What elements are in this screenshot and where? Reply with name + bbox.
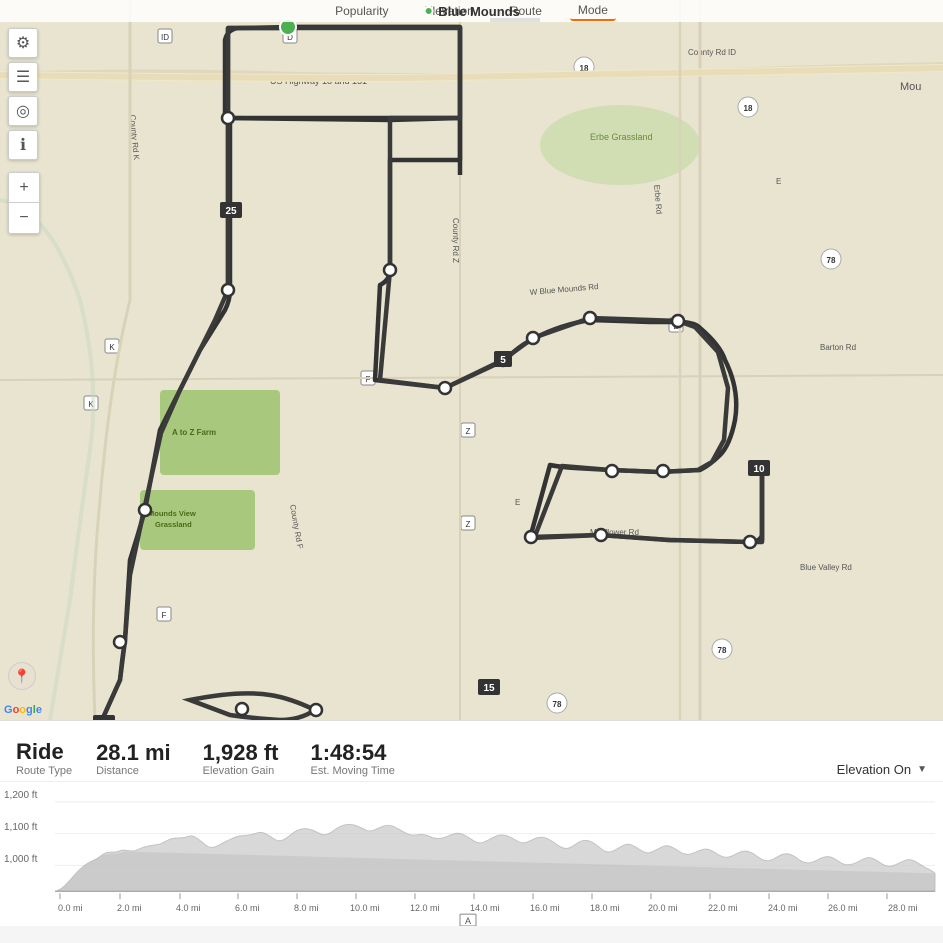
elev-y-label-1000: 1,000 ft (4, 854, 37, 865)
svg-text:Erbe Grassland: Erbe Grassland (590, 132, 653, 142)
svg-text:Barton Rd: Barton Rd (820, 343, 856, 352)
svg-text:20.0 mi: 20.0 mi (648, 903, 677, 913)
svg-text:Blue Valley Rd: Blue Valley Rd (800, 563, 852, 572)
distance-stat: 28.1 mi Distance (96, 741, 171, 777)
svg-text:8.0 mi: 8.0 mi (294, 903, 318, 913)
svg-text:78: 78 (718, 646, 727, 655)
moving-time-value: 1:48:54 (311, 741, 395, 765)
elevation-toggle[interactable]: Elevation On ▼ (837, 762, 927, 777)
elevation-gain-stat: 1,928 ft Elevation Gain (203, 741, 279, 777)
site-marker-dot (423, 6, 433, 16)
site-name: Blue Mounds (438, 4, 520, 19)
svg-text:F: F (162, 611, 167, 620)
svg-text:E: E (776, 177, 781, 186)
distance-value: 28.1 mi (96, 741, 171, 765)
svg-text:4.0 mi: 4.0 mi (176, 903, 200, 913)
stats-row: Ride Route Type 28.1 mi Distance 1,928 f… (0, 721, 943, 781)
svg-text:ID: ID (161, 33, 169, 42)
svg-text:K: K (109, 343, 115, 352)
info-icon: ℹ (20, 135, 26, 155)
svg-text:6.0 mi: 6.0 mi (235, 903, 259, 913)
location-icon: ◎ (16, 101, 30, 121)
location-button[interactable]: ◎ (8, 96, 38, 126)
ride-label: Ride (16, 739, 72, 765)
zoom-out-button[interactable]: − (9, 203, 39, 233)
svg-text:28.0 mi: 28.0 mi (888, 903, 917, 913)
svg-text:A to Z Farm: A to Z Farm (172, 428, 216, 437)
layers-button[interactable]: ☰ (8, 62, 38, 92)
svg-text:22.0 mi: 22.0 mi (708, 903, 737, 913)
route-type-label: Route Type (16, 765, 72, 777)
map-container: Erbe Grassland A to Z Farm Mounds View G… (0, 0, 943, 720)
svg-text:26.0 mi: 26.0 mi (828, 903, 857, 913)
svg-text:Mounds View: Mounds View (148, 509, 196, 518)
bottom-panel: Ride Route Type 28.1 mi Distance 1,928 f… (0, 720, 943, 926)
svg-text:14.0 mi: 14.0 mi (470, 903, 499, 913)
svg-text:Grassland: Grassland (155, 520, 192, 529)
svg-text:5: 5 (500, 355, 506, 366)
svg-text:County Rd ID: County Rd ID (688, 48, 736, 57)
map-controls: ⚙ ☰ ◎ ℹ + − (8, 28, 40, 234)
plus-icon: + (19, 179, 28, 197)
top-bar-popularity[interactable]: Popularity (327, 2, 396, 20)
top-bar-mode[interactable]: Mode (570, 1, 616, 21)
svg-text:A: A (465, 916, 471, 926)
svg-text:Z: Z (466, 520, 471, 529)
google-logo: Google (4, 704, 42, 716)
svg-text:County Rd Z: County Rd Z (451, 218, 460, 263)
zoom-in-button[interactable]: + (9, 173, 39, 203)
svg-text:78: 78 (553, 700, 562, 709)
svg-text:Z: Z (466, 427, 471, 436)
elevation-gain-label: Elevation Gain (203, 765, 279, 777)
svg-text:18.0 mi: 18.0 mi (590, 903, 619, 913)
svg-text:24.0 mi: 24.0 mi (768, 903, 797, 913)
svg-text:10: 10 (753, 464, 765, 475)
settings-icon: ⚙ (16, 33, 30, 53)
minus-icon: − (19, 209, 28, 227)
layers-icon: ☰ (16, 67, 30, 87)
info-button[interactable]: ℹ (8, 130, 38, 160)
dropdown-arrow-icon: ▼ (917, 764, 927, 775)
svg-text:25: 25 (225, 206, 237, 217)
elev-y-label-1100: 1,100 ft (4, 822, 37, 833)
settings-button[interactable]: ⚙ (8, 28, 38, 58)
ride-type-stat: Ride Route Type (16, 739, 72, 777)
svg-text:F: F (366, 375, 371, 384)
svg-text:16.0 mi: 16.0 mi (530, 903, 559, 913)
moving-time-label: Est. Moving Time (311, 765, 395, 777)
elevation-toggle-label: Elevation On (837, 762, 911, 777)
svg-text:12.0 mi: 12.0 mi (410, 903, 439, 913)
map-top-bar: Popularity Elevation Route Mode Blue Mou… (0, 0, 943, 22)
moving-time-stat: 1:48:54 Est. Moving Time (311, 741, 395, 777)
svg-text:Mou: Mou (900, 81, 921, 93)
svg-text:15: 15 (483, 683, 495, 694)
elevation-gain-value: 1,928 ft (203, 741, 279, 765)
svg-text:E: E (515, 498, 520, 507)
svg-text:10.0 mi: 10.0 mi (350, 903, 379, 913)
map-info-pin: 📍 (8, 662, 36, 690)
distance-label: Distance (96, 765, 171, 777)
elev-y-label-1200: 1,200 ft (4, 790, 37, 801)
svg-text:18: 18 (744, 104, 753, 113)
svg-text:2.0 mi: 2.0 mi (117, 903, 141, 913)
svg-text:0.0 mi: 0.0 mi (58, 903, 82, 913)
svg-text:78: 78 (827, 256, 836, 265)
elevation-chart: 1,200 ft 1,100 ft 1,000 ft 0.0 mi 2.0 mi… (0, 781, 943, 926)
